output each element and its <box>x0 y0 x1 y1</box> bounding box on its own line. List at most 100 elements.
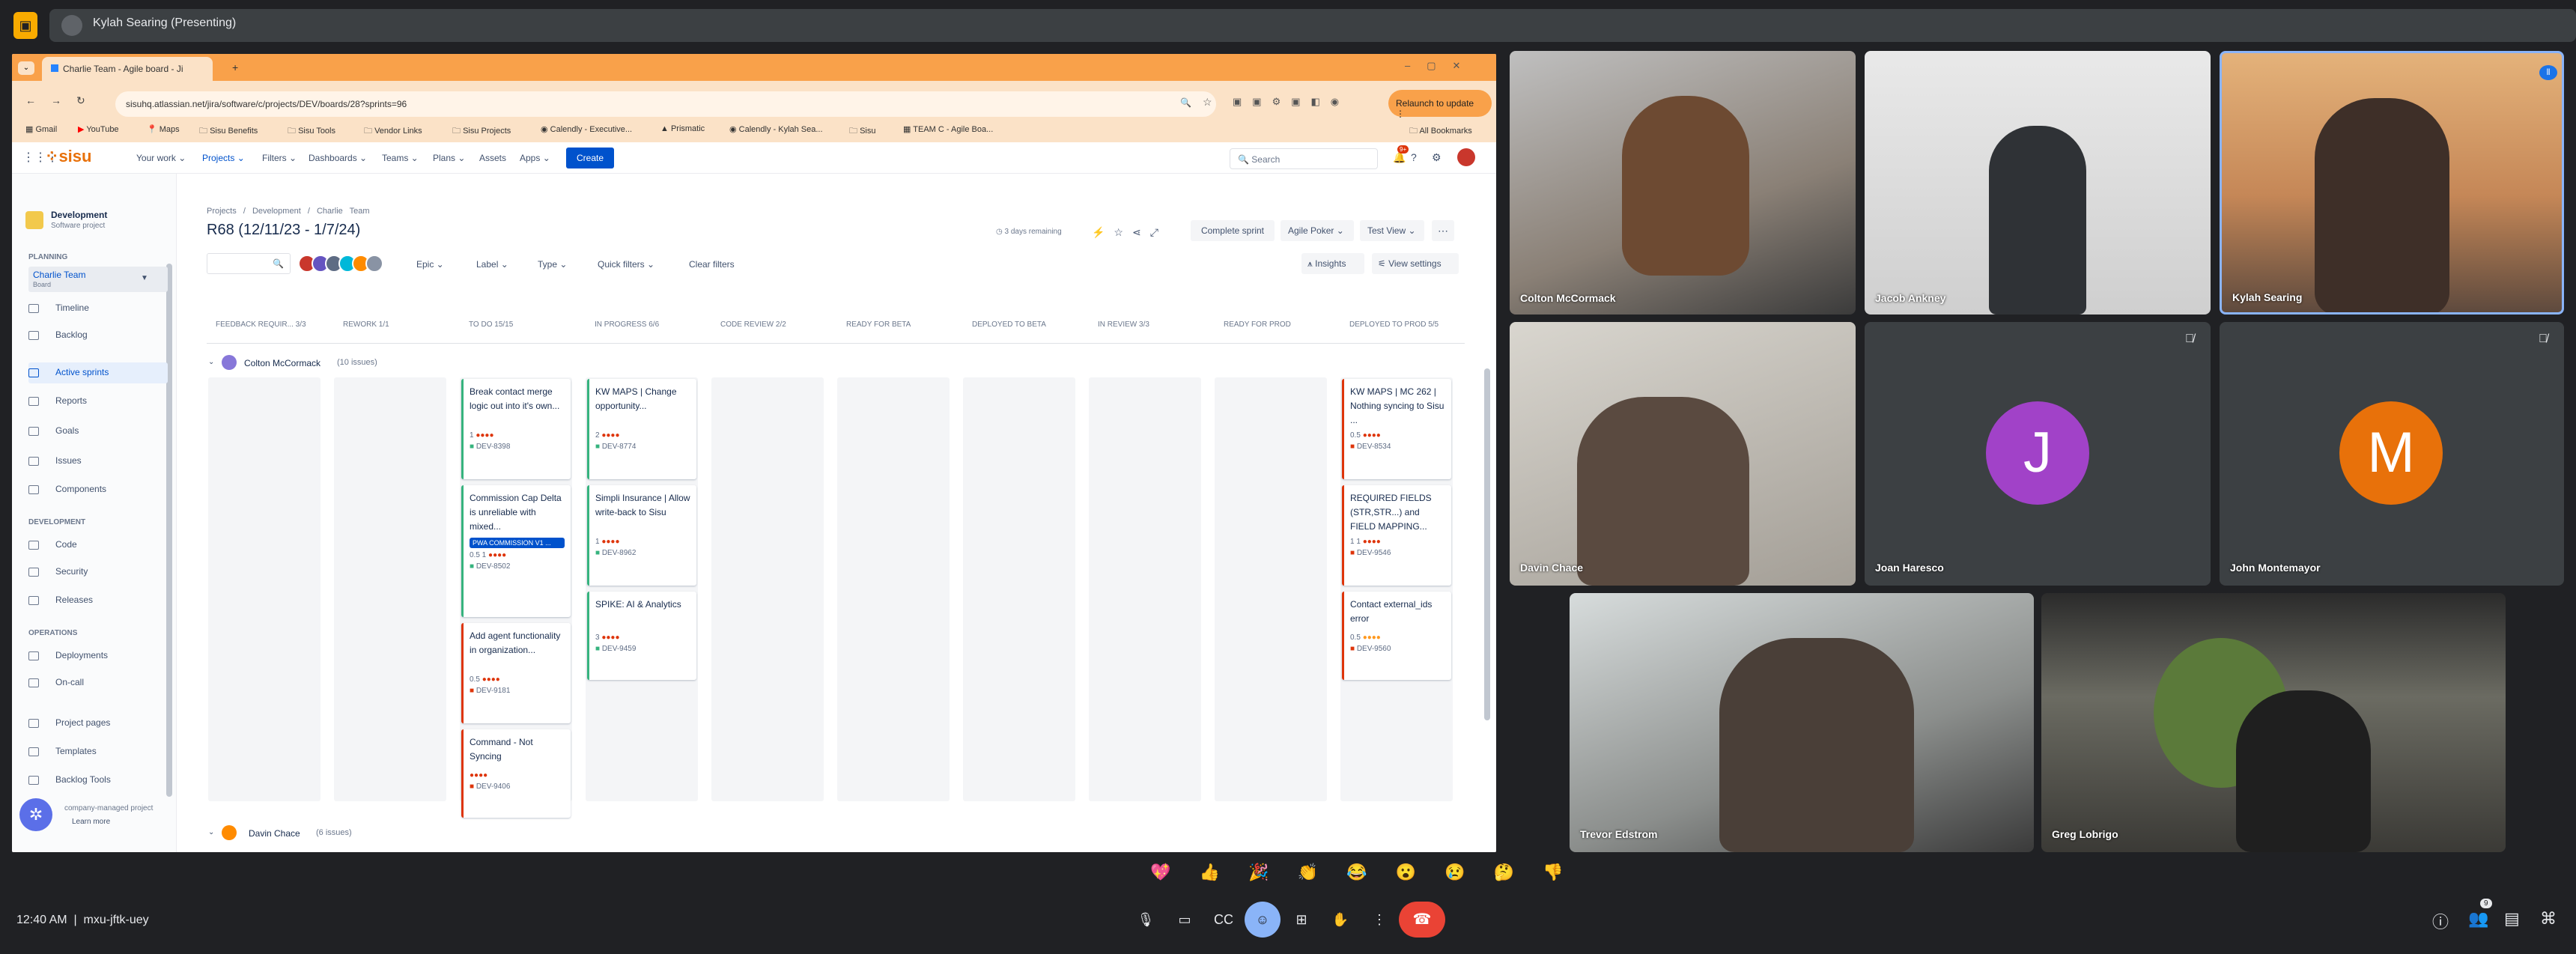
issue-card[interactable]: Break contact merge logic out into it's … <box>461 379 571 479</box>
bookmark[interactable]: ▦ Gmail <box>25 124 57 134</box>
breadcrumb-item[interactable]: Charlie Team <box>317 207 370 216</box>
nav-your-work[interactable]: Your work ⌄ <box>136 153 186 163</box>
scrollbar[interactable] <box>166 264 172 797</box>
hang-up-button[interactable]: ☎ <box>1399 902 1445 938</box>
scrollbar[interactable] <box>1484 368 1490 720</box>
sidebar-item-deployments[interactable]: Deployments <box>55 650 108 660</box>
bookmark[interactable]: 🗀 Sisu Tools <box>288 124 335 139</box>
present-icon[interactable]: ▣ <box>13 12 37 39</box>
bookmark-all[interactable]: 🗀 All Bookmarks <box>1409 124 1472 139</box>
filter-label-dropdown[interactable]: Label ⌄ <box>476 259 508 270</box>
board-action-icons[interactable]: ⚡☆⋖⤢ <box>1092 226 1167 239</box>
sidebar-item-backlog-tools[interactable]: Backlog Tools <box>55 774 111 785</box>
bookmark[interactable]: ▦ TEAM C - Agile Boa... <box>903 124 993 134</box>
chat-icon[interactable]: ▤ <box>2504 909 2520 929</box>
nav-teams[interactable]: Teams ⌄ <box>382 153 419 163</box>
bookmark[interactable]: 🗀 Sisu <box>849 124 875 139</box>
bookmark[interactable]: ▲ Prismatic <box>660 124 705 133</box>
issue-card[interactable]: Add agent functionality in organization.… <box>461 623 571 723</box>
emoji-icon[interactable]: ☺ <box>1245 902 1281 938</box>
sidebar-item-releases[interactable]: Releases <box>55 595 93 605</box>
nav-buttons[interactable]: ←→↻ <box>25 94 100 107</box>
sidebar-item-security[interactable]: Security <box>55 566 88 577</box>
agile-poker-button[interactable]: Agile Poker ⌄ <box>1281 220 1354 241</box>
issue-card[interactable]: Simpli Insurance | Allow write-back to S… <box>587 485 696 586</box>
participant-tile[interactable]: Trevor Edstrom <box>1570 593 2034 852</box>
bookmark[interactable]: 🗀 Sisu Projects <box>452 124 511 139</box>
help-icon[interactable]: ? <box>1411 151 1417 163</box>
sidebar-item-backlog[interactable]: Backlog <box>55 329 88 340</box>
relaunch-button[interactable]: Relaunch to update ⋮ <box>1388 90 1492 119</box>
sidebar-item-on-call[interactable]: On-call <box>55 677 84 687</box>
participant-tile[interactable]: Greg Lobrigo <box>2041 593 2506 852</box>
participant-tile[interactable]: ⦀ Kylah Searing <box>2220 51 2564 315</box>
activities-icon[interactable]: ⌘ <box>2540 909 2557 929</box>
sidebar-item-active-sprints[interactable]: Active sprints <box>55 367 109 377</box>
avatar[interactable] <box>365 255 383 273</box>
bookmark[interactable]: 🗀 Sisu Benefits <box>199 124 258 139</box>
sidebar-item-issues[interactable]: Issues <box>55 455 82 466</box>
issue-card[interactable]: REQUIRED FIELDS (STR,STR...) and FIELD M… <box>1342 485 1451 586</box>
sisu-logo[interactable]: ⁘sisu <box>45 147 91 166</box>
participant-tile[interactable]: 🎙̸ J Joan Haresco <box>1865 322 2211 586</box>
avatar[interactable] <box>1457 148 1475 166</box>
sidebar-item-code[interactable]: Code <box>55 539 77 550</box>
tab-jira[interactable]: Charlie Team - Agile board - Ji <box>42 57 213 81</box>
issue-card[interactable]: KW MAPS | MC 262 | Nothing syncing to Si… <box>1342 379 1451 479</box>
present-screen-icon[interactable]: ⊞ <box>1284 902 1319 938</box>
bookmark[interactable]: 🗀 Vendor Links <box>364 124 422 139</box>
filter-type[interactable]: Type ⌄ <box>538 259 567 270</box>
bookmark[interactable]: ◉ Calendly - Executive... <box>541 124 632 134</box>
reactions-bar[interactable]: 💖 👍 🎉 👏 😂 😮 😢 🤔 👎 <box>1150 863 1563 893</box>
test-view-button[interactable]: Test View ⌄ <box>1360 220 1424 241</box>
nav-projects[interactable]: Projects ⌄ <box>202 153 245 163</box>
create-button[interactable]: Create <box>566 148 614 168</box>
participant-tile[interactable]: Colton McCormack <box>1510 51 1856 315</box>
learn-more-link[interactable]: Learn more <box>72 818 110 826</box>
swimlane-toggle[interactable]: ⌄ <box>208 828 214 836</box>
raise-hand-icon[interactable]: ✋ <box>1322 902 1358 938</box>
gear-icon[interactable]: ✲ <box>19 798 52 831</box>
window-controls[interactable]: –▢✕ <box>1405 60 1477 72</box>
swimlane-toggle[interactable]: ⌄ <box>208 358 214 366</box>
issue-card[interactable]: Command - Not Syncing ●●●● ■ DEV-9406 <box>461 729 571 818</box>
bookmark[interactable]: ◉ Calendly - Kylah Sea... <box>729 124 823 134</box>
insights-button[interactable]: ⩚ Insights <box>1301 253 1364 274</box>
swimlane-name[interactable]: Colton McCormack <box>244 358 321 368</box>
view-settings-button[interactable]: ⚟ View settings <box>1372 253 1459 274</box>
star-icon[interactable]: ☆ <box>1203 96 1212 109</box>
board-search-input[interactable]: 🔍 <box>207 253 291 274</box>
tab-search-icon[interactable]: ⌄ <box>18 61 34 75</box>
nav-plans[interactable]: Plans ⌄ <box>433 153 465 163</box>
sidebar-item-goals[interactable]: Goals <box>55 425 79 436</box>
camera-icon[interactable]: ▭ <box>1167 902 1203 938</box>
sidebar-item-templates[interactable]: Templates <box>55 746 97 756</box>
swimlane-name[interactable]: Davin Chace <box>249 828 300 839</box>
issue-card[interactable]: Contact external_ids error 0.5 ●●●● ■ DE… <box>1342 592 1451 680</box>
participant-tile[interactable]: 🎙̸ M John Montemayor <box>2220 322 2564 586</box>
search-input[interactable]: 🔍 Search <box>1230 148 1378 169</box>
issue-card[interactable]: SPIKE: AI & Analytics 3 ●●●● ■ DEV-9459 <box>587 592 696 680</box>
zoom-icon[interactable]: 🔍 <box>1180 97 1191 108</box>
info-icon[interactable]: ⓘ <box>2432 909 2449 933</box>
filter-quick[interactable]: Quick filters ⌄ <box>598 259 654 270</box>
participant-tile[interactable]: Jacob Ankney <box>1865 51 2211 315</box>
url-input[interactable]: sisuhq.atlassian.net/jira/software/c/pro… <box>115 91 1216 117</box>
more-button[interactable]: ⋯ <box>1432 220 1454 241</box>
extension-icons[interactable]: ▣▣⚙▣◧◉ <box>1233 96 1349 108</box>
nav-apps[interactable]: Apps ⌄ <box>520 153 550 163</box>
filter-epic[interactable]: Epic ⌄ <box>416 259 444 270</box>
sidebar-item-timeline[interactable]: Timeline <box>55 303 89 313</box>
nav-dashboards[interactable]: Dashboards ⌄ <box>309 153 367 163</box>
sidebar-item-reports[interactable]: Reports <box>55 395 87 406</box>
mic-icon[interactable]: 🎙 <box>1128 902 1164 938</box>
clear-filters-button[interactable]: Clear filters <box>689 259 735 270</box>
sidebar-item-components[interactable]: Components <box>55 484 106 494</box>
participant-tile[interactable]: Davin Chace <box>1510 322 1856 586</box>
breadcrumb-item[interactable]: Projects <box>207 207 237 216</box>
project-name[interactable]: Development <box>51 210 107 220</box>
new-tab-button[interactable]: + <box>232 61 238 73</box>
complete-sprint-button[interactable]: Complete sprint <box>1191 220 1275 241</box>
nav-filters[interactable]: Filters ⌄ <box>262 153 297 163</box>
sidebar-item-project-pages[interactable]: Project pages <box>55 717 110 728</box>
